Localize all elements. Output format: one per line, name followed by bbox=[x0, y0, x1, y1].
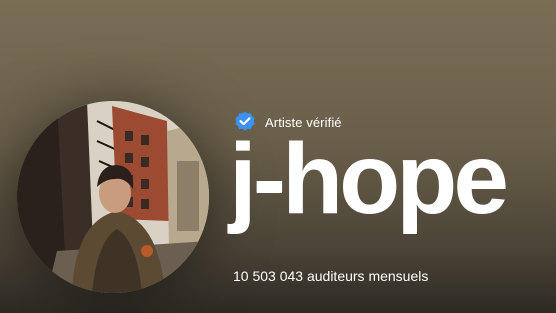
monthly-listeners: 10 503 043 auditeurs mensuels bbox=[233, 268, 429, 284]
artist-avatar bbox=[17, 101, 209, 293]
artist-name: j-hope bbox=[229, 123, 509, 235]
artist-header: Artiste vérifié j-hope 10 503 043 audite… bbox=[0, 0, 556, 313]
